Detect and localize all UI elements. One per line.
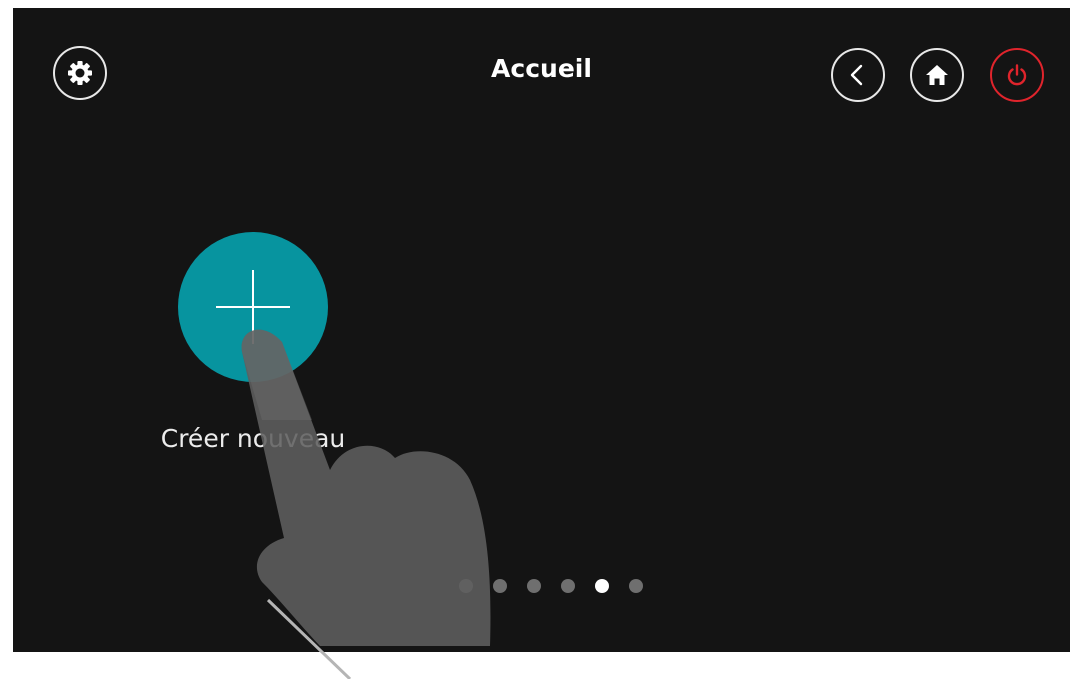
home-icon xyxy=(926,65,948,85)
page-dot[interactable] xyxy=(493,579,507,593)
page-dot[interactable] xyxy=(527,579,541,593)
create-new-label: Créer nouveau xyxy=(160,424,346,453)
chevron-left-icon xyxy=(850,64,863,86)
page-dot[interactable] xyxy=(561,579,575,593)
create-new-button[interactable] xyxy=(178,232,328,382)
home-button[interactable] xyxy=(910,48,964,102)
page-indicator xyxy=(459,579,643,593)
app-screen: Accueil Créer nouveau xyxy=(13,8,1070,652)
back-button[interactable] xyxy=(831,48,885,102)
page-dot[interactable] xyxy=(629,579,643,593)
power-button[interactable] xyxy=(990,48,1044,102)
power-icon xyxy=(1007,64,1027,86)
page-dot[interactable] xyxy=(459,579,473,593)
page-dot-active[interactable] xyxy=(595,579,609,593)
plus-icon xyxy=(216,270,290,344)
